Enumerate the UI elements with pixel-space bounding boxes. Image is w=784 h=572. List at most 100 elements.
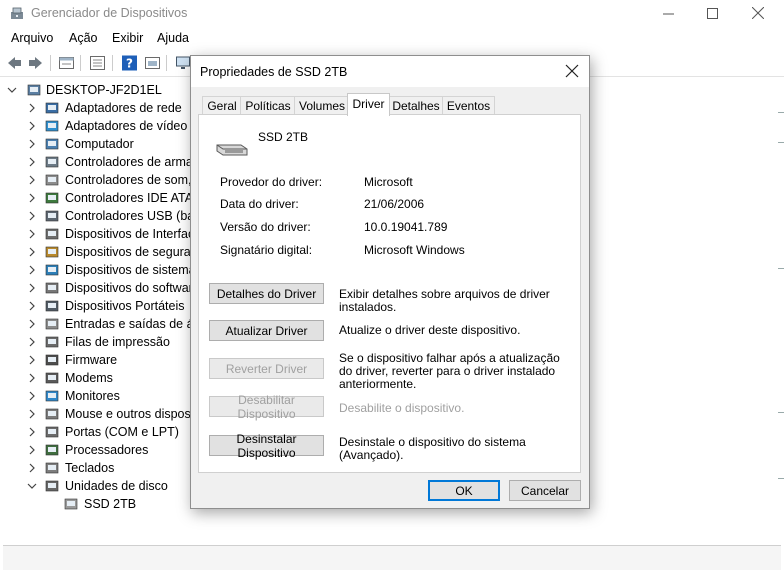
tree-item[interactable]: Filas de impressão (0, 334, 190, 352)
back-arrow-icon[interactable] (6, 55, 23, 71)
tree-item-label: Processadores (65, 443, 149, 457)
chevron-right-icon[interactable] (27, 445, 37, 455)
print-queue-icon (45, 336, 59, 348)
tree-item-label: Dispositivos do software (65, 281, 190, 295)
close-button[interactable] (735, 0, 781, 26)
computer-icon (27, 84, 41, 96)
maximize-button[interactable] (689, 0, 735, 26)
chevron-right-icon[interactable] (27, 265, 37, 275)
chevron-right-icon[interactable] (27, 211, 37, 221)
tree-item[interactable]: Dispositivos de sistema (0, 262, 190, 280)
tree-item-label: Controladores de som, v (65, 173, 190, 187)
toolbar-separator (112, 55, 113, 71)
menu-acao[interactable]: Ação (69, 31, 98, 45)
tree-item[interactable]: Controladores de armaz (0, 154, 190, 172)
dialog-close-icon[interactable] (563, 62, 581, 80)
tab-eventos[interactable]: Eventos (442, 96, 495, 115)
tree-root[interactable]: DESKTOP-JF2D1EL (0, 82, 190, 100)
chevron-right-icon[interactable] (27, 247, 37, 257)
tree-item[interactable]: Firmware (0, 352, 190, 370)
tree-item[interactable]: Processadores (0, 442, 190, 460)
computer-icon (45, 138, 59, 150)
chevron-right-icon[interactable] (27, 463, 37, 473)
status-bar (3, 545, 781, 570)
help-icon[interactable]: ? (121, 55, 138, 71)
tree-item-label: SSD 2TB (84, 497, 137, 511)
tree-item[interactable]: Controladores IDE ATA/A (0, 190, 190, 208)
chevron-right-icon[interactable] (27, 373, 37, 383)
tree-item-label: Adaptadores de rede (65, 101, 182, 115)
tree-item[interactable]: Adaptadores de rede (0, 100, 190, 118)
audio-io-icon (45, 318, 59, 330)
driver-date-value: 21/06/2006 (364, 197, 425, 211)
device-manager-icon (11, 7, 23, 19)
tree-item[interactable]: Unidades de disco (0, 478, 190, 496)
tree-item[interactable]: Adaptadores de vídeo (0, 118, 190, 136)
menu-ajuda[interactable]: Ajuda (157, 31, 189, 45)
tab-detalhes[interactable]: Detalhes (388, 96, 444, 115)
tree-item[interactable]: Dispositivos do software (0, 280, 190, 298)
chevron-right-icon[interactable] (27, 157, 37, 167)
tree-item[interactable]: Teclados (0, 460, 190, 478)
chevron-right-icon[interactable] (27, 301, 37, 311)
tab-driver[interactable]: Driver (347, 93, 390, 116)
menu-arquivo[interactable]: Arquivo (11, 31, 53, 45)
forward-arrow-icon[interactable] (27, 55, 44, 71)
chevron-right-icon[interactable] (27, 427, 37, 437)
sound-icon (45, 174, 59, 186)
menu-exibir[interactable]: Exibir (112, 31, 143, 45)
tree-item[interactable]: Dispositivos Portáteis (0, 298, 190, 316)
close-icon (752, 7, 764, 19)
driver-provider-label: Provedor do driver: (220, 175, 323, 189)
chevron-right-icon[interactable] (27, 139, 37, 149)
rollback-driver-button[interactable]: Reverter Driver (209, 358, 324, 379)
update-driver-button[interactable]: Atualizar Driver (209, 320, 324, 341)
ok-button[interactable]: OK (428, 480, 500, 501)
tree-item[interactable]: Controladores USB (barr (0, 208, 190, 226)
chevron-right-icon[interactable] (27, 121, 37, 131)
dialog-title: Propriedades de SSD 2TB (200, 65, 348, 79)
chevron-down-icon[interactable] (7, 85, 17, 95)
tree-item[interactable]: Entradas e saídas de áud (0, 316, 190, 334)
properties-view-icon[interactable] (58, 55, 75, 71)
tree-item-label: Dispositivos Portáteis (65, 299, 185, 313)
chevron-right-icon[interactable] (27, 355, 37, 365)
tree-item[interactable]: Dispositivos de seguranç (0, 244, 190, 262)
tree-item[interactable]: Dispositivos de Interface (0, 226, 190, 244)
modem-icon (45, 372, 59, 384)
uninstall-device-button[interactable]: Desinstalar Dispositivo (209, 432, 324, 460)
tree-item[interactable]: Computador (0, 136, 190, 154)
tree-item[interactable]: Monitores (0, 388, 190, 406)
tree-item-ssd[interactable]: SSD 2TB (0, 496, 190, 514)
disable-device-button[interactable]: Desabilitar Dispositivo (209, 393, 324, 421)
tab-volumes[interactable]: Volumes (294, 96, 350, 115)
driver-window-icon[interactable] (144, 55, 161, 71)
chevron-right-icon[interactable] (27, 283, 37, 293)
chevron-right-icon[interactable] (27, 193, 37, 203)
firmware-icon (45, 354, 59, 366)
chevron-right-icon[interactable] (27, 337, 37, 347)
list-view-icon[interactable] (89, 55, 106, 71)
tab-geral[interactable]: Geral (202, 96, 242, 115)
chevron-right-icon[interactable] (27, 319, 37, 329)
chevron-right-icon[interactable] (27, 409, 37, 419)
update-driver-desc: Atualize o driver deste dispositivo. (339, 323, 521, 337)
window-title: Gerenciador de Dispositivos (31, 6, 188, 20)
minimize-button[interactable] (645, 0, 691, 26)
tree-item[interactable]: Portas (COM e LPT) (0, 424, 190, 442)
driver-date-label: Data do driver: (220, 197, 299, 211)
tree-item-label: Dispositivos de seguranç (65, 245, 190, 259)
tab-politicas[interactable]: Políticas (240, 96, 296, 115)
tree-item[interactable]: Controladores de som, v (0, 172, 190, 190)
chevron-right-icon[interactable] (27, 103, 37, 113)
tree-item-label: Controladores IDE ATA/A (65, 191, 190, 205)
tree-item-label: Monitores (65, 389, 120, 403)
cancel-button[interactable]: Cancelar (509, 480, 581, 501)
chevron-right-icon[interactable] (27, 175, 37, 185)
chevron-down-icon[interactable] (27, 481, 37, 491)
chevron-right-icon[interactable] (27, 229, 37, 239)
tree-item[interactable]: Mouse e outros dispositi (0, 406, 190, 424)
chevron-right-icon[interactable] (27, 391, 37, 401)
driver-details-button[interactable]: Detalhes do Driver (209, 283, 324, 304)
tree-item[interactable]: Modems (0, 370, 190, 388)
